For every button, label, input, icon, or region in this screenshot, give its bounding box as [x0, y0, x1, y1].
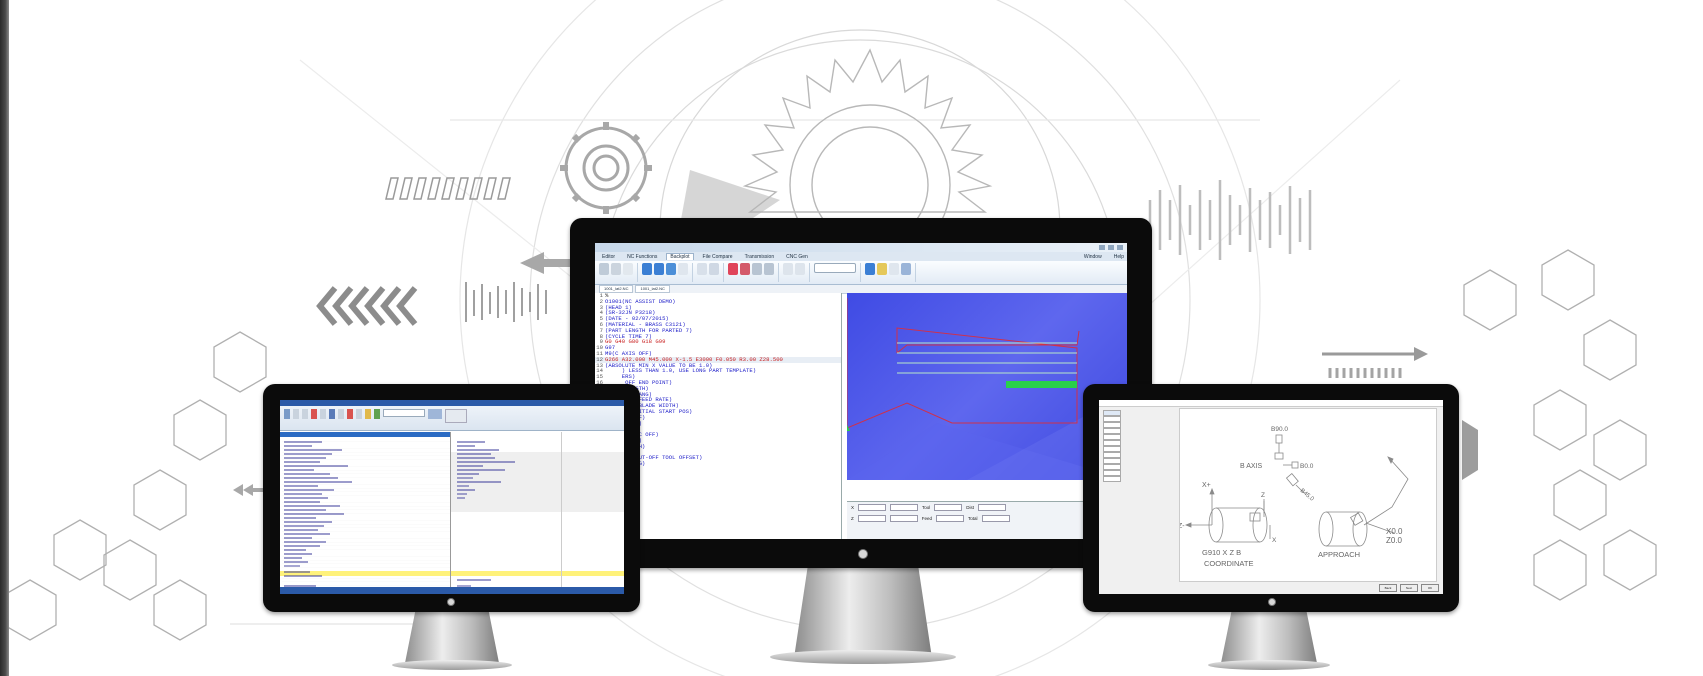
x00-label: X0.0 [1386, 527, 1403, 536]
window-titlebar [595, 243, 1127, 252]
arrow-right-icon [1322, 347, 1428, 361]
x-value-field [858, 504, 887, 511]
feed-field [936, 515, 965, 522]
compare-left-pane[interactable] [280, 432, 451, 594]
b45-label: B45.0 [1299, 488, 1315, 503]
dialog-buttons: Back Next OK [1379, 584, 1439, 592]
ok-button[interactable]: OK [1421, 584, 1439, 592]
tab-window[interactable]: Window [1081, 254, 1105, 260]
feed-label: Feed [921, 516, 933, 521]
solid-setup-button[interactable] [795, 263, 805, 275]
tab-cnc-gen[interactable]: CNC Gen [783, 254, 811, 260]
tab-help[interactable]: Help [1111, 254, 1127, 260]
z00-label: Z0.0 [1386, 536, 1403, 545]
monitor-base [392, 660, 512, 670]
compare-right-pane[interactable] [451, 432, 624, 594]
tab-backplot[interactable]: Backplot [666, 253, 694, 260]
b-axis-label: B AXIS [1240, 463, 1263, 470]
dist-label: Dist [966, 505, 975, 510]
tool-button[interactable] [752, 263, 762, 275]
toolpath-button[interactable] [728, 263, 738, 275]
setup-button[interactable] [623, 263, 633, 275]
back-button[interactable]: Back [1379, 584, 1397, 592]
x-field-2 [890, 504, 919, 511]
power-button [858, 549, 868, 559]
power-button [447, 598, 455, 606]
zoom-in-button[interactable] [642, 263, 652, 275]
goto-line-button[interactable] [889, 263, 899, 275]
z-label: Z [851, 516, 854, 521]
z-label: Z [1261, 492, 1265, 499]
stock-button[interactable] [740, 263, 750, 275]
machine-select[interactable] [814, 263, 856, 273]
measure-button[interactable] [697, 263, 707, 275]
approach-label: APPROACH [1318, 550, 1360, 559]
code-text-lines [457, 441, 515, 587]
power-button [1268, 598, 1276, 606]
next-button[interactable]: Next [1400, 584, 1418, 592]
stock-profile [1007, 381, 1077, 388]
tool-label: Tool [922, 505, 931, 510]
solid-button[interactable] [783, 263, 793, 275]
tab-editor[interactable]: Editor [599, 254, 618, 260]
tool-field [934, 504, 963, 511]
x-label: X [851, 505, 855, 510]
z-value-field [857, 515, 886, 522]
b90-label: B90.0 [1271, 426, 1288, 433]
file-tab[interactable]: 1001_lat2.NC [599, 285, 634, 293]
tool-setup-button[interactable] [764, 263, 774, 275]
left-statusbar [280, 587, 624, 594]
coordinate-label: COORDINATE [1204, 559, 1253, 568]
tab-file-compare[interactable]: File Compare [700, 254, 736, 260]
option-list[interactable] [1103, 410, 1121, 482]
tab-transmission[interactable]: Transmission [742, 254, 778, 260]
diagram-panel: B90.0 B AXIS B0.0 B45.0 X+ Z- Z X G910 X… [1179, 408, 1437, 582]
b0-label: B0.0 [1300, 463, 1314, 470]
monitor-base [1208, 660, 1330, 670]
fit-window-button[interactable] [666, 263, 676, 275]
monitor-stand [794, 566, 932, 658]
file-tab[interactable]: 1001_lat2.NC [635, 285, 670, 293]
bounding-box-button[interactable] [709, 263, 719, 275]
monitor-base [770, 650, 956, 664]
chevrons-left-icon [316, 286, 418, 326]
maximize-button[interactable] [1108, 245, 1114, 250]
menu-tabs: Editor NC Functions Backplot File Compar… [595, 252, 1127, 261]
x-label: X [1272, 537, 1277, 544]
backplot-button[interactable] [599, 263, 609, 275]
main-screen: Editor NC Functions Backplot File Compar… [595, 243, 1127, 539]
axis-diagram: B90.0 B AXIS B0.0 B45.0 X+ Z- Z X G910 X… [1180, 426, 1409, 568]
close-button[interactable] [1117, 245, 1123, 250]
total-field [981, 515, 1010, 522]
total-label: Total [968, 516, 978, 521]
dist-field [978, 504, 1007, 511]
ribbon-toolbar [595, 261, 1127, 285]
tab-nc-functions[interactable]: NC Functions [624, 254, 660, 260]
find-button[interactable] [865, 263, 875, 275]
minimize-button[interactable] [1099, 245, 1105, 250]
pan-button[interactable] [678, 263, 688, 275]
find-previous-button[interactable] [877, 263, 887, 275]
left-ribbon [280, 400, 624, 431]
left-edge-shadow [0, 0, 9, 676]
right-screen: B90.0 B AXIS B0.0 B45.0 X+ Z- Z X G910 X… [1099, 400, 1443, 594]
clear-button[interactable] [611, 263, 621, 275]
dialog-titlebar [1099, 400, 1443, 407]
zoom-out-button[interactable] [654, 263, 664, 275]
z-minus-label: Z- [1180, 523, 1185, 530]
stripes-decoration [385, 177, 511, 200]
toolpath-stats-button[interactable] [901, 263, 911, 275]
g910-label: G910 X Z B [1202, 548, 1241, 557]
code-text-lines [284, 441, 352, 587]
z-field-2 [889, 515, 918, 522]
left-screen [280, 400, 624, 594]
x-plus-label: X+ [1202, 482, 1211, 489]
